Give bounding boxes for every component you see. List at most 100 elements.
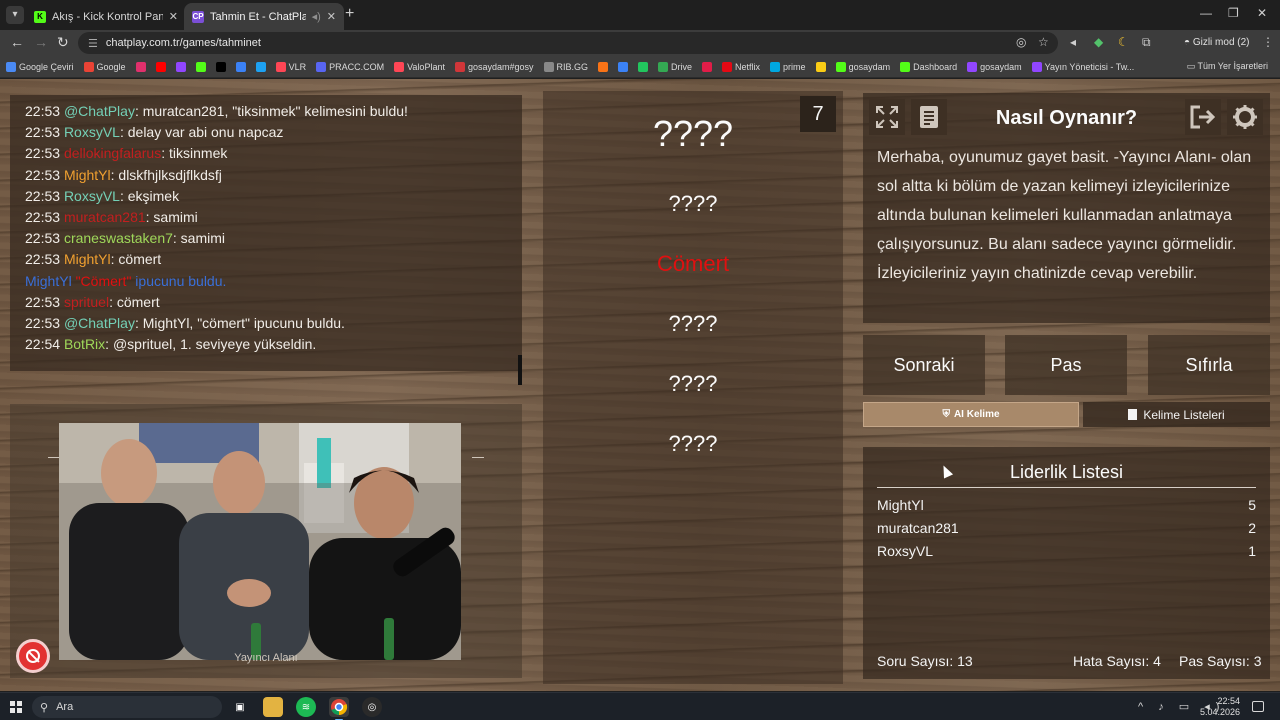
search-placeholder: Ara	[56, 701, 74, 713]
chat-message: 22:53 RoxsyVL: ekşimek	[25, 186, 507, 207]
chrome-icon[interactable]	[329, 697, 349, 720]
incognito-badge[interactable]: ◓ Gizli mod (2)	[1176, 33, 1258, 53]
bookmark-item[interactable]: prime	[770, 61, 806, 72]
start-windows-icon[interactable]	[10, 701, 22, 713]
bookmark-item[interactable]	[638, 61, 649, 72]
word-lists-button[interactable]: Kelime Listeleri	[1083, 402, 1270, 427]
bookmark-item[interactable]	[155, 61, 166, 72]
bookmark-item[interactable]	[618, 61, 629, 72]
extension-shield-icon[interactable]: ◆	[1094, 35, 1103, 49]
pass-button[interactable]: Pas	[1005, 335, 1127, 395]
bookmark-item[interactable]	[175, 61, 186, 72]
chat-username[interactable]: sprituel	[64, 294, 109, 310]
bookmark-item[interactable]: gosaydam#gosy	[454, 61, 534, 72]
bookmark-item[interactable]	[815, 61, 826, 72]
bookmark-favicon-icon	[900, 61, 911, 72]
dark-mode-moon-icon[interactable]: ☾	[1118, 35, 1129, 49]
site-info-icon[interactable]: ☰	[88, 37, 98, 50]
bookmark-item[interactable]: Google	[83, 61, 126, 72]
tab-search-button[interactable]: ▾	[6, 6, 24, 24]
new-tab-button[interactable]: +	[345, 5, 354, 23]
bookmark-favicon-icon	[638, 61, 649, 72]
tab-chatplay[interactable]: CP Tahmin Et - ChatPlay ◂) ✕	[184, 3, 344, 30]
volume-icon[interactable]: ◂	[1070, 35, 1076, 49]
bookmark-item[interactable]: VLR	[275, 61, 306, 72]
audio-icon[interactable]: ◂)	[312, 10, 321, 23]
address-bar[interactable]: ☰ chatplay.com.tr/games/tahminet	[78, 32, 1058, 54]
exit-button[interactable]	[1185, 99, 1221, 135]
taskbar-search[interactable]: ⚲ Ara	[32, 696, 222, 718]
eye-off-icon[interactable]: ◎	[1016, 35, 1026, 49]
chat-username[interactable]: BotRix	[64, 336, 105, 352]
reset-button[interactable]: Sıfırla	[1148, 335, 1270, 395]
chat-username[interactable]: MightYl	[25, 273, 72, 289]
chat-username[interactable]: @ChatPlay	[64, 315, 135, 331]
chat-username[interactable]: RoxsyVL	[64, 124, 120, 140]
bookmark-item[interactable]	[702, 61, 713, 72]
chat-text: : samimi	[145, 209, 198, 226]
bookmark-item[interactable]: RIB.GG	[543, 61, 588, 72]
bookmark-item[interactable]: Drive	[658, 61, 692, 72]
tab-kick-panel[interactable]: K Akış - Kick Kontrol Paneli ✕	[26, 3, 186, 30]
bookmarks-bar: Google Çeviri Google VLR PRACC.COM ValoPlant…	[0, 56, 1280, 78]
bookmark-star-icon[interactable]: ☆	[1038, 35, 1049, 49]
all-bookmarks-label: Tüm Yer İşaretleri	[1197, 61, 1268, 71]
kick-favicon-icon: K	[34, 10, 46, 23]
bookmark-item[interactable]	[195, 61, 206, 72]
bookmark-item[interactable]: gosaydam	[835, 61, 890, 72]
restore-icon[interactable]: ❐	[1228, 6, 1239, 20]
bookmark-item[interactable]	[135, 61, 146, 72]
leaderboard-row: muratcan281 2	[877, 520, 1256, 536]
bookmark-favicon-icon	[722, 61, 733, 72]
player-name: MightYl	[877, 497, 924, 513]
forward-icon[interactable]: →	[34, 34, 48, 50]
bookmark-item[interactable]: gosaydam	[967, 61, 1022, 72]
bookmark-item[interactable]: ValoPlant	[394, 61, 445, 72]
ai-word-button[interactable]: ⛨ AI Kelime	[863, 402, 1079, 427]
player-name: RoxsyVL	[877, 543, 934, 559]
leaderboard-row: RoxsyVL 1	[877, 543, 1256, 559]
bookmark-favicon-icon	[316, 61, 327, 72]
chat-scrollbar[interactable]	[518, 355, 522, 385]
back-icon[interactable]: ←	[10, 34, 24, 50]
chat-username[interactable]: MightYl	[64, 251, 111, 267]
stop-record-button[interactable]	[16, 639, 50, 673]
bookmark-item[interactable]	[235, 61, 246, 72]
clock[interactable]: 22:54 5.04.2026	[1200, 696, 1240, 718]
bookmark-item[interactable]	[215, 61, 226, 72]
chatplay-favicon-icon: CP	[192, 10, 204, 23]
chat-username[interactable]: MightYl	[64, 167, 111, 183]
close-window-icon[interactable]: ✕	[1257, 6, 1267, 20]
bookmark-item[interactable]	[598, 61, 609, 72]
bookmark-item[interactable]: Netflix	[722, 61, 760, 72]
task-view-icon[interactable]: ▣	[230, 697, 250, 717]
bookmark-item[interactable]: Google Çeviri	[6, 61, 74, 72]
bookmark-item[interactable]: PRACC.COM	[316, 61, 384, 72]
chat-username[interactable]: RoxsyVL	[64, 188, 120, 204]
chat-username[interactable]: muratcan281	[64, 209, 146, 225]
close-tab-icon[interactable]: ✕	[169, 10, 178, 23]
game-page: 22:53 @ChatPlay: muratcan281, "tiksinmek…	[0, 79, 1280, 691]
menu-kebab-icon[interactable]: ⋮	[1262, 35, 1274, 49]
chat-username[interactable]: @ChatPlay	[64, 103, 135, 119]
how-to-play-text: Merhaba, oyunumuz gayet basit. -Yayıncı …	[877, 149, 1252, 282]
app-icon[interactable]: ◎	[362, 697, 382, 717]
all-bookmarks-button[interactable]: ▭ Tüm Yer İşaretleri	[1187, 61, 1268, 72]
bookmark-item[interactable]: Yayın Yöneticisi - Tw...	[1031, 61, 1134, 72]
settings-button[interactable]	[1227, 99, 1263, 135]
logout-icon	[1190, 105, 1216, 129]
reload-icon[interactable]: ↻	[57, 34, 69, 51]
notifications-icon[interactable]	[1252, 701, 1264, 712]
bookmark-favicon-icon	[967, 61, 978, 72]
tab-title: Akış - Kick Kontrol Paneli	[52, 10, 163, 23]
spotify-icon[interactable]: ≋	[296, 697, 316, 717]
chat-username[interactable]: dellokingfalarus	[64, 145, 161, 161]
next-button[interactable]: Sonraki	[863, 335, 985, 395]
file-explorer-icon[interactable]	[263, 697, 283, 717]
close-tab-icon[interactable]: ✕	[327, 10, 336, 23]
minimize-icon[interactable]: —	[1200, 6, 1212, 20]
extensions-puzzle-icon[interactable]: ⧉	[1142, 35, 1151, 50]
bookmark-item[interactable]	[255, 61, 266, 72]
bookmark-item[interactable]: Dashboard	[900, 61, 957, 72]
chat-username[interactable]: craneswastaken7	[64, 230, 173, 246]
